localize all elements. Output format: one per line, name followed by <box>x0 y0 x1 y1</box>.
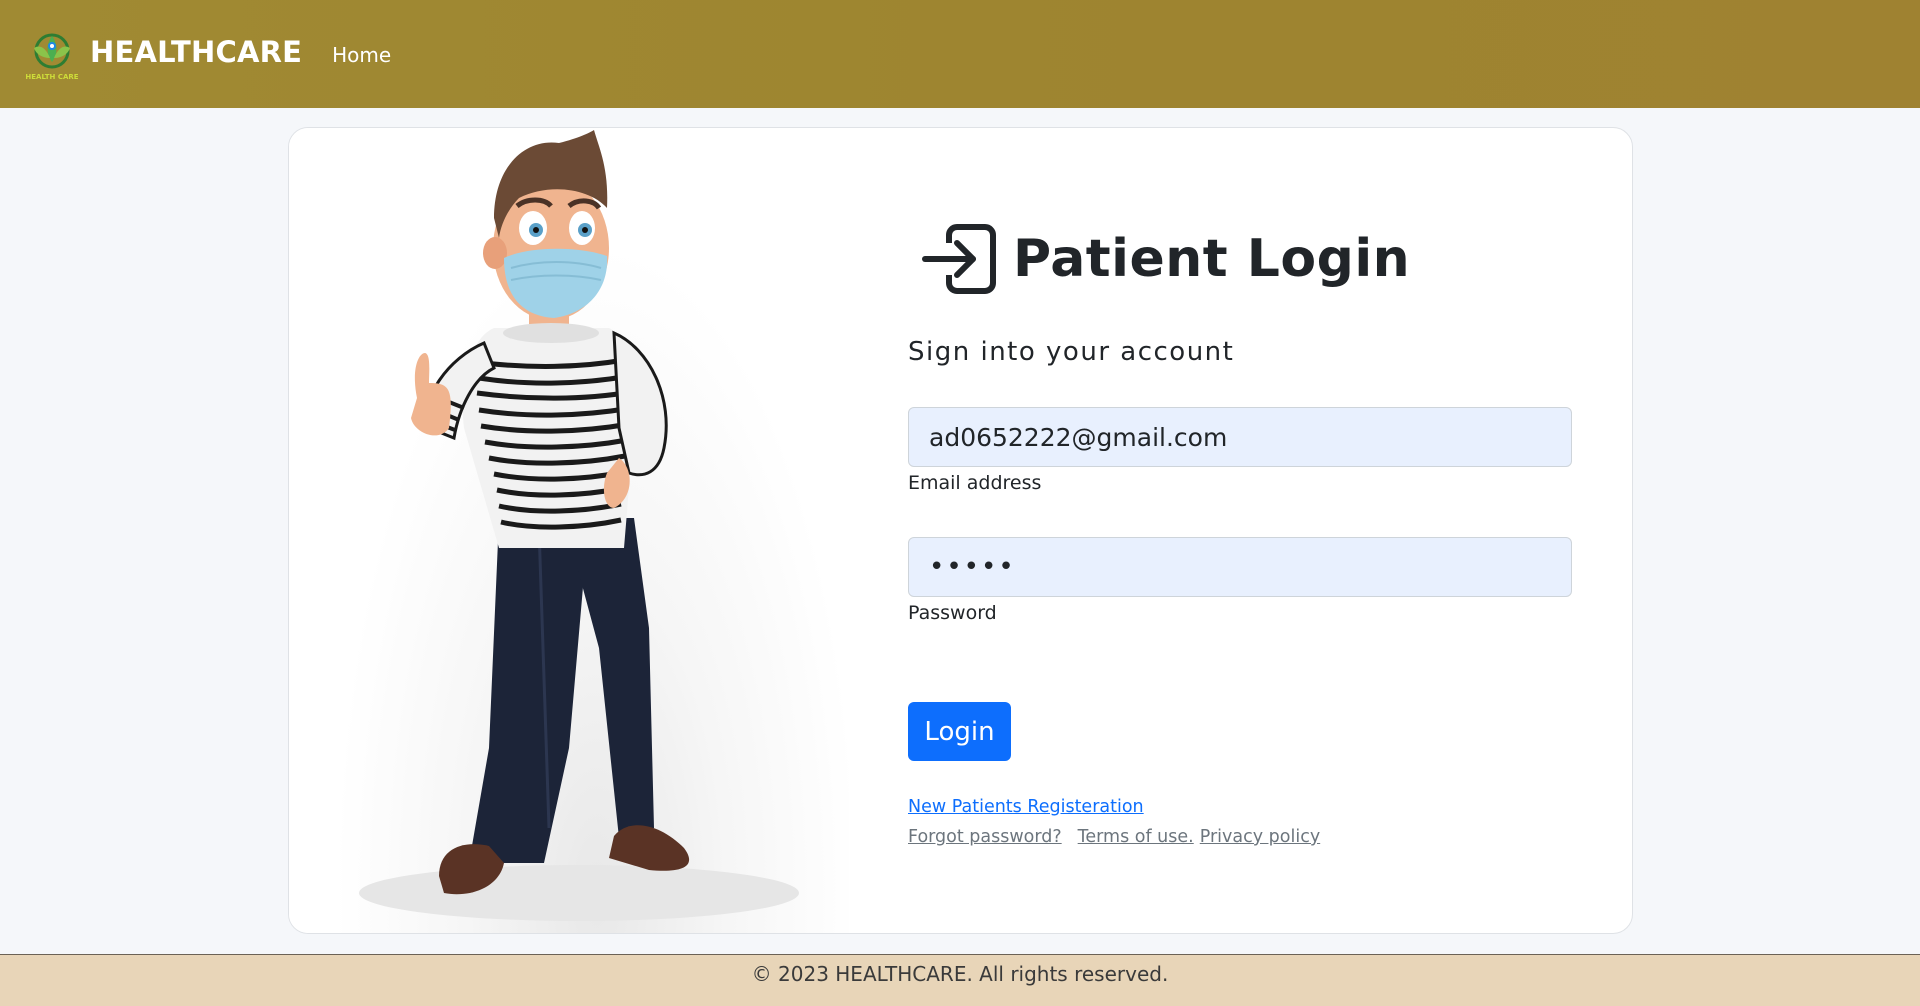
navbar: HEALTH CARE HEALTHCARE Home <box>0 0 1920 108</box>
email-label: Email address <box>908 472 1042 494</box>
footer-links: Forgot password? Terms of use. Privacy p… <box>908 827 1320 847</box>
terms-of-use-link[interactable]: Terms of use. <box>1078 827 1194 847</box>
new-patient-registration-link[interactable]: New Patients Registeration <box>908 797 1144 817</box>
password-field[interactable]: ••••• <box>908 537 1572 597</box>
page-title: Patient Login <box>1013 229 1411 289</box>
page-footer: © 2023 HEALTHCARE. All rights reserved. <box>0 954 1920 1006</box>
email-field[interactable]: ad0652222@gmail.com <box>908 407 1572 467</box>
privacy-policy-link[interactable]: Privacy policy <box>1200 827 1320 847</box>
login-subtitle: Sign into your account <box>908 337 1235 367</box>
password-label: Password <box>908 602 997 624</box>
box-arrow-in-right-icon <box>921 223 999 295</box>
nav-home-link[interactable]: Home <box>332 43 391 67</box>
brand-name[interactable]: HEALTHCARE <box>90 35 302 69</box>
forgot-password-link[interactable]: Forgot password? <box>908 827 1062 847</box>
copyright-text: © 2023 HEALTHCARE. All rights reserved. <box>751 961 1169 986</box>
healthcare-logo-icon[interactable]: HEALTH CARE <box>22 24 82 84</box>
logo-text: HEALTH CARE <box>25 73 78 81</box>
masked-man-illustration <box>289 128 849 933</box>
login-card: Patient Login Sign into your account ad0… <box>288 127 1633 934</box>
login-button[interactable]: Login <box>908 702 1011 761</box>
login-heading: Patient Login <box>921 223 1410 295</box>
